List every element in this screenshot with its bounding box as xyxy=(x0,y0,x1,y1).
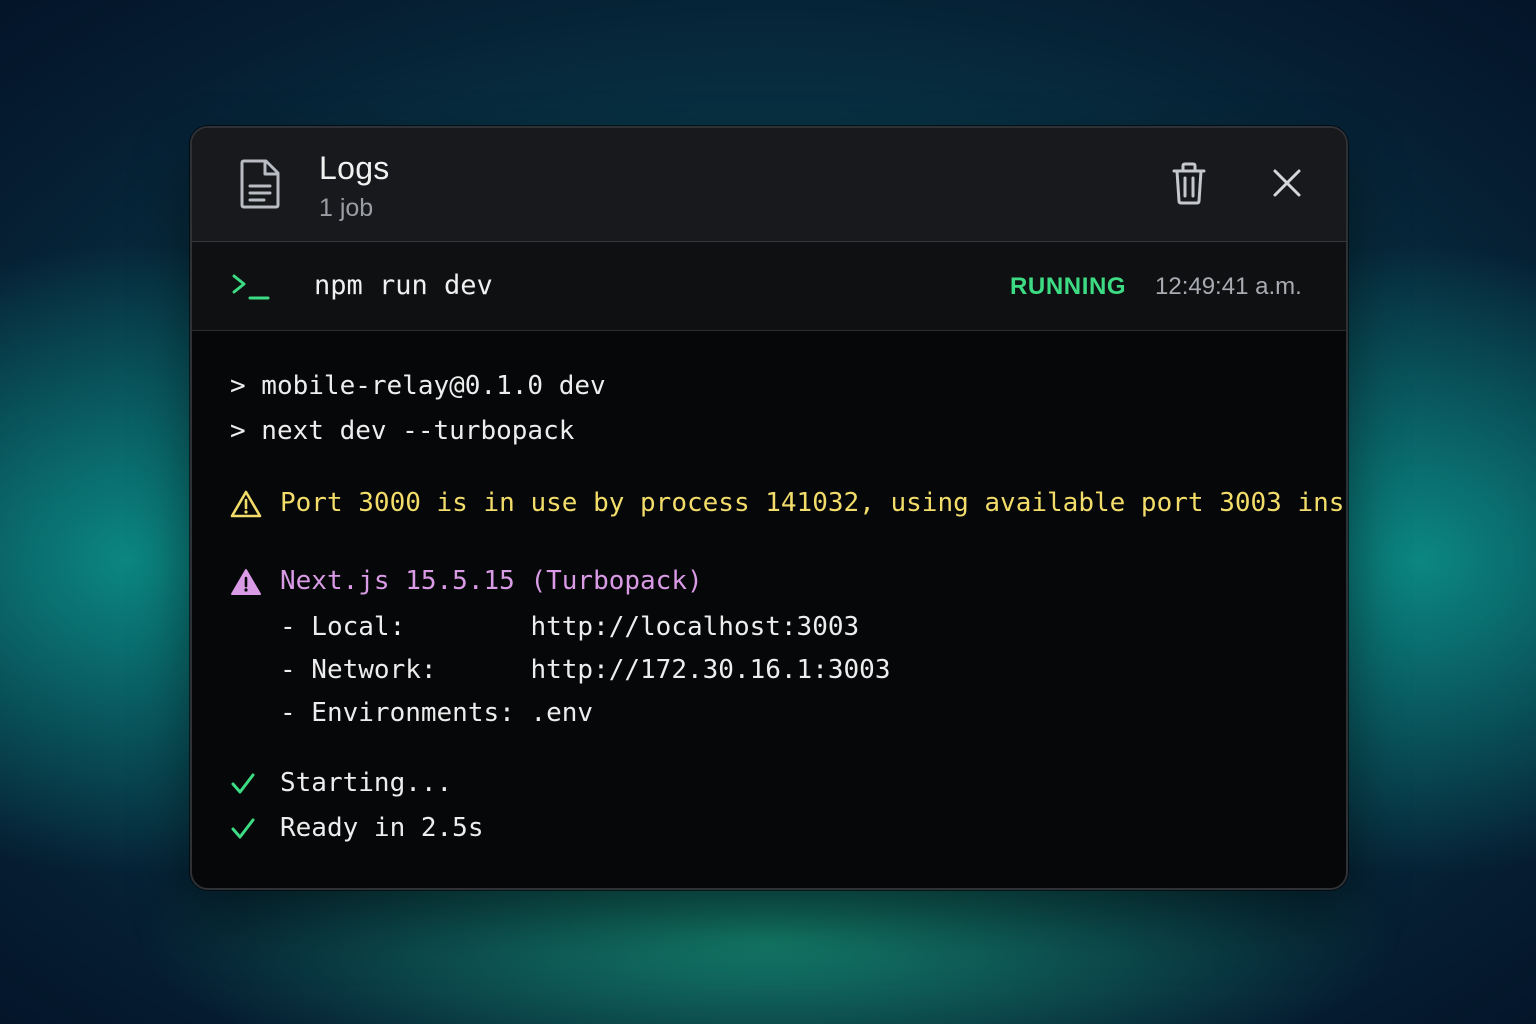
job-timestamp: 12:49:41 a.m. xyxy=(1155,273,1302,300)
log-line: > mobile-relay@0.1.0 dev xyxy=(230,371,606,401)
close-icon xyxy=(1273,169,1301,197)
document-icon xyxy=(240,159,280,209)
job-status-badge: RUNNING xyxy=(1010,273,1127,300)
check-icon xyxy=(231,773,255,794)
starting-line: Starting... xyxy=(280,768,453,798)
job-command: npm run dev xyxy=(314,270,493,301)
log-line: > next dev --turbopack xyxy=(230,416,575,446)
check-icon xyxy=(231,818,255,839)
logs-panel: Logs 1 job npm run dev RUNNING 12:49:41 … xyxy=(190,126,1348,890)
local-url-line: - Local: http://localhost:3003 xyxy=(280,612,860,642)
nextjs-alert-icon xyxy=(231,569,261,595)
trash-icon xyxy=(1172,162,1206,205)
network-url-line: - Network: http://172.30.16.1:3003 xyxy=(280,655,891,685)
job-row[interactable]: npm run dev RUNNING 12:49:41 a.m. xyxy=(192,242,1346,331)
panel-title: Logs xyxy=(319,150,390,186)
ready-line: Ready in 2.5s xyxy=(280,813,484,843)
terminal-prompt-icon xyxy=(232,274,270,300)
port-warning-line: Port 3000 is in use by process 141032, u… xyxy=(280,488,1348,518)
environments-line: - Environments: .env xyxy=(280,698,594,728)
close-button[interactable] xyxy=(1270,166,1304,200)
warning-icon xyxy=(230,490,262,518)
panel-header: Logs 1 job xyxy=(192,128,1346,242)
clear-logs-button[interactable] xyxy=(1170,161,1208,205)
job-count: 1 job xyxy=(319,194,374,222)
framework-version-line: Next.js 15.5.15 (Turbopack) xyxy=(280,566,703,596)
